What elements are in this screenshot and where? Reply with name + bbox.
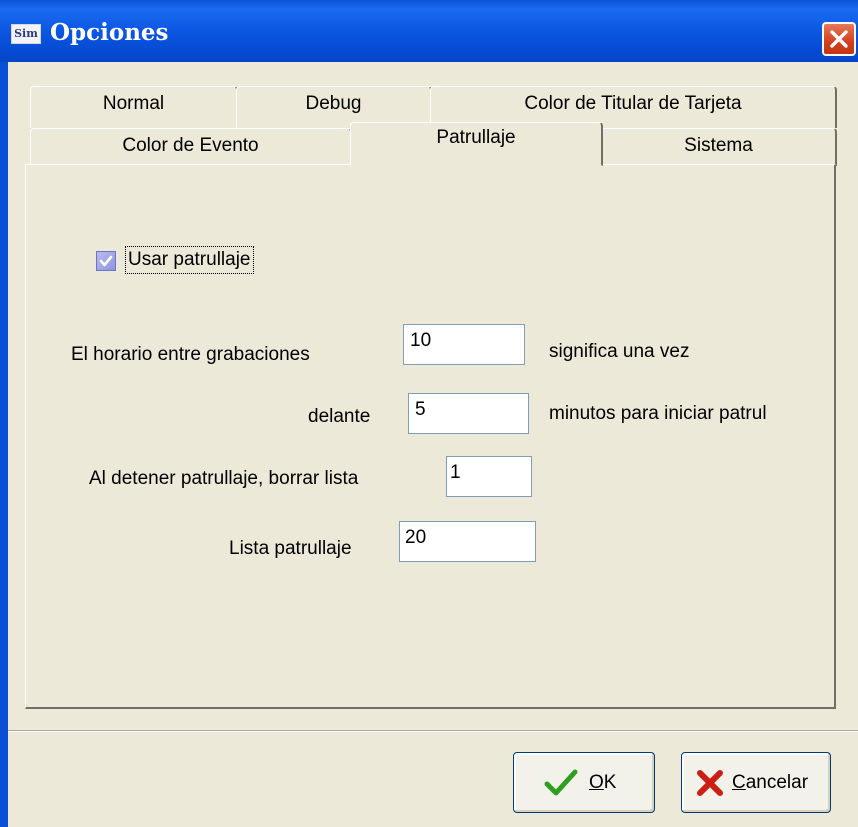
use-patrol-checkbox[interactable]	[96, 251, 116, 271]
divider-highlight	[8, 731, 858, 732]
red-x-icon	[697, 770, 723, 796]
cancel-button[interactable]: Cancelar	[681, 752, 831, 813]
patrol-list-input[interactable]: 20	[399, 521, 536, 562]
window-frame-left	[0, 62, 8, 827]
clear-list-label: Al detener patrullaje, borrar lista	[89, 468, 359, 489]
app-icon: Sim	[11, 24, 41, 44]
window-title: Opciones	[50, 19, 169, 46]
before-input[interactable]: 5	[408, 393, 529, 434]
ok-label: OK	[589, 772, 617, 793]
use-patrol-label[interactable]: Usar patrullaje	[125, 246, 254, 274]
tab-patrullaje[interactable]: Patrullaje	[350, 122, 603, 166]
clear-list-input[interactable]: 1	[446, 456, 532, 497]
title-bar[interactable]: Sim Opciones	[0, 0, 858, 62]
tab-color-evento[interactable]: Color de Evento	[30, 128, 352, 166]
close-icon	[830, 30, 848, 48]
before-suffix: minutos para iniciar patrul	[549, 403, 767, 424]
interval-suffix: significa una vez	[549, 341, 690, 362]
cancel-label: Cancelar	[732, 772, 809, 793]
ok-button[interactable]: OK	[513, 752, 655, 813]
interval-label: El horario entre grabaciones	[71, 344, 310, 365]
interval-input[interactable]: 10	[403, 324, 525, 365]
before-label: delante	[308, 406, 371, 427]
options-dialog: Sim Opciones Normal Debug Color de Titul…	[0, 0, 858, 827]
checkmark-icon	[544, 769, 578, 796]
patrol-list-label: Lista patrullaje	[229, 538, 352, 559]
tab-sistema[interactable]: Sistema	[601, 128, 837, 166]
close-button[interactable]	[822, 22, 856, 56]
tab-normal[interactable]: Normal	[30, 86, 238, 128]
checkmark-icon	[99, 255, 113, 267]
